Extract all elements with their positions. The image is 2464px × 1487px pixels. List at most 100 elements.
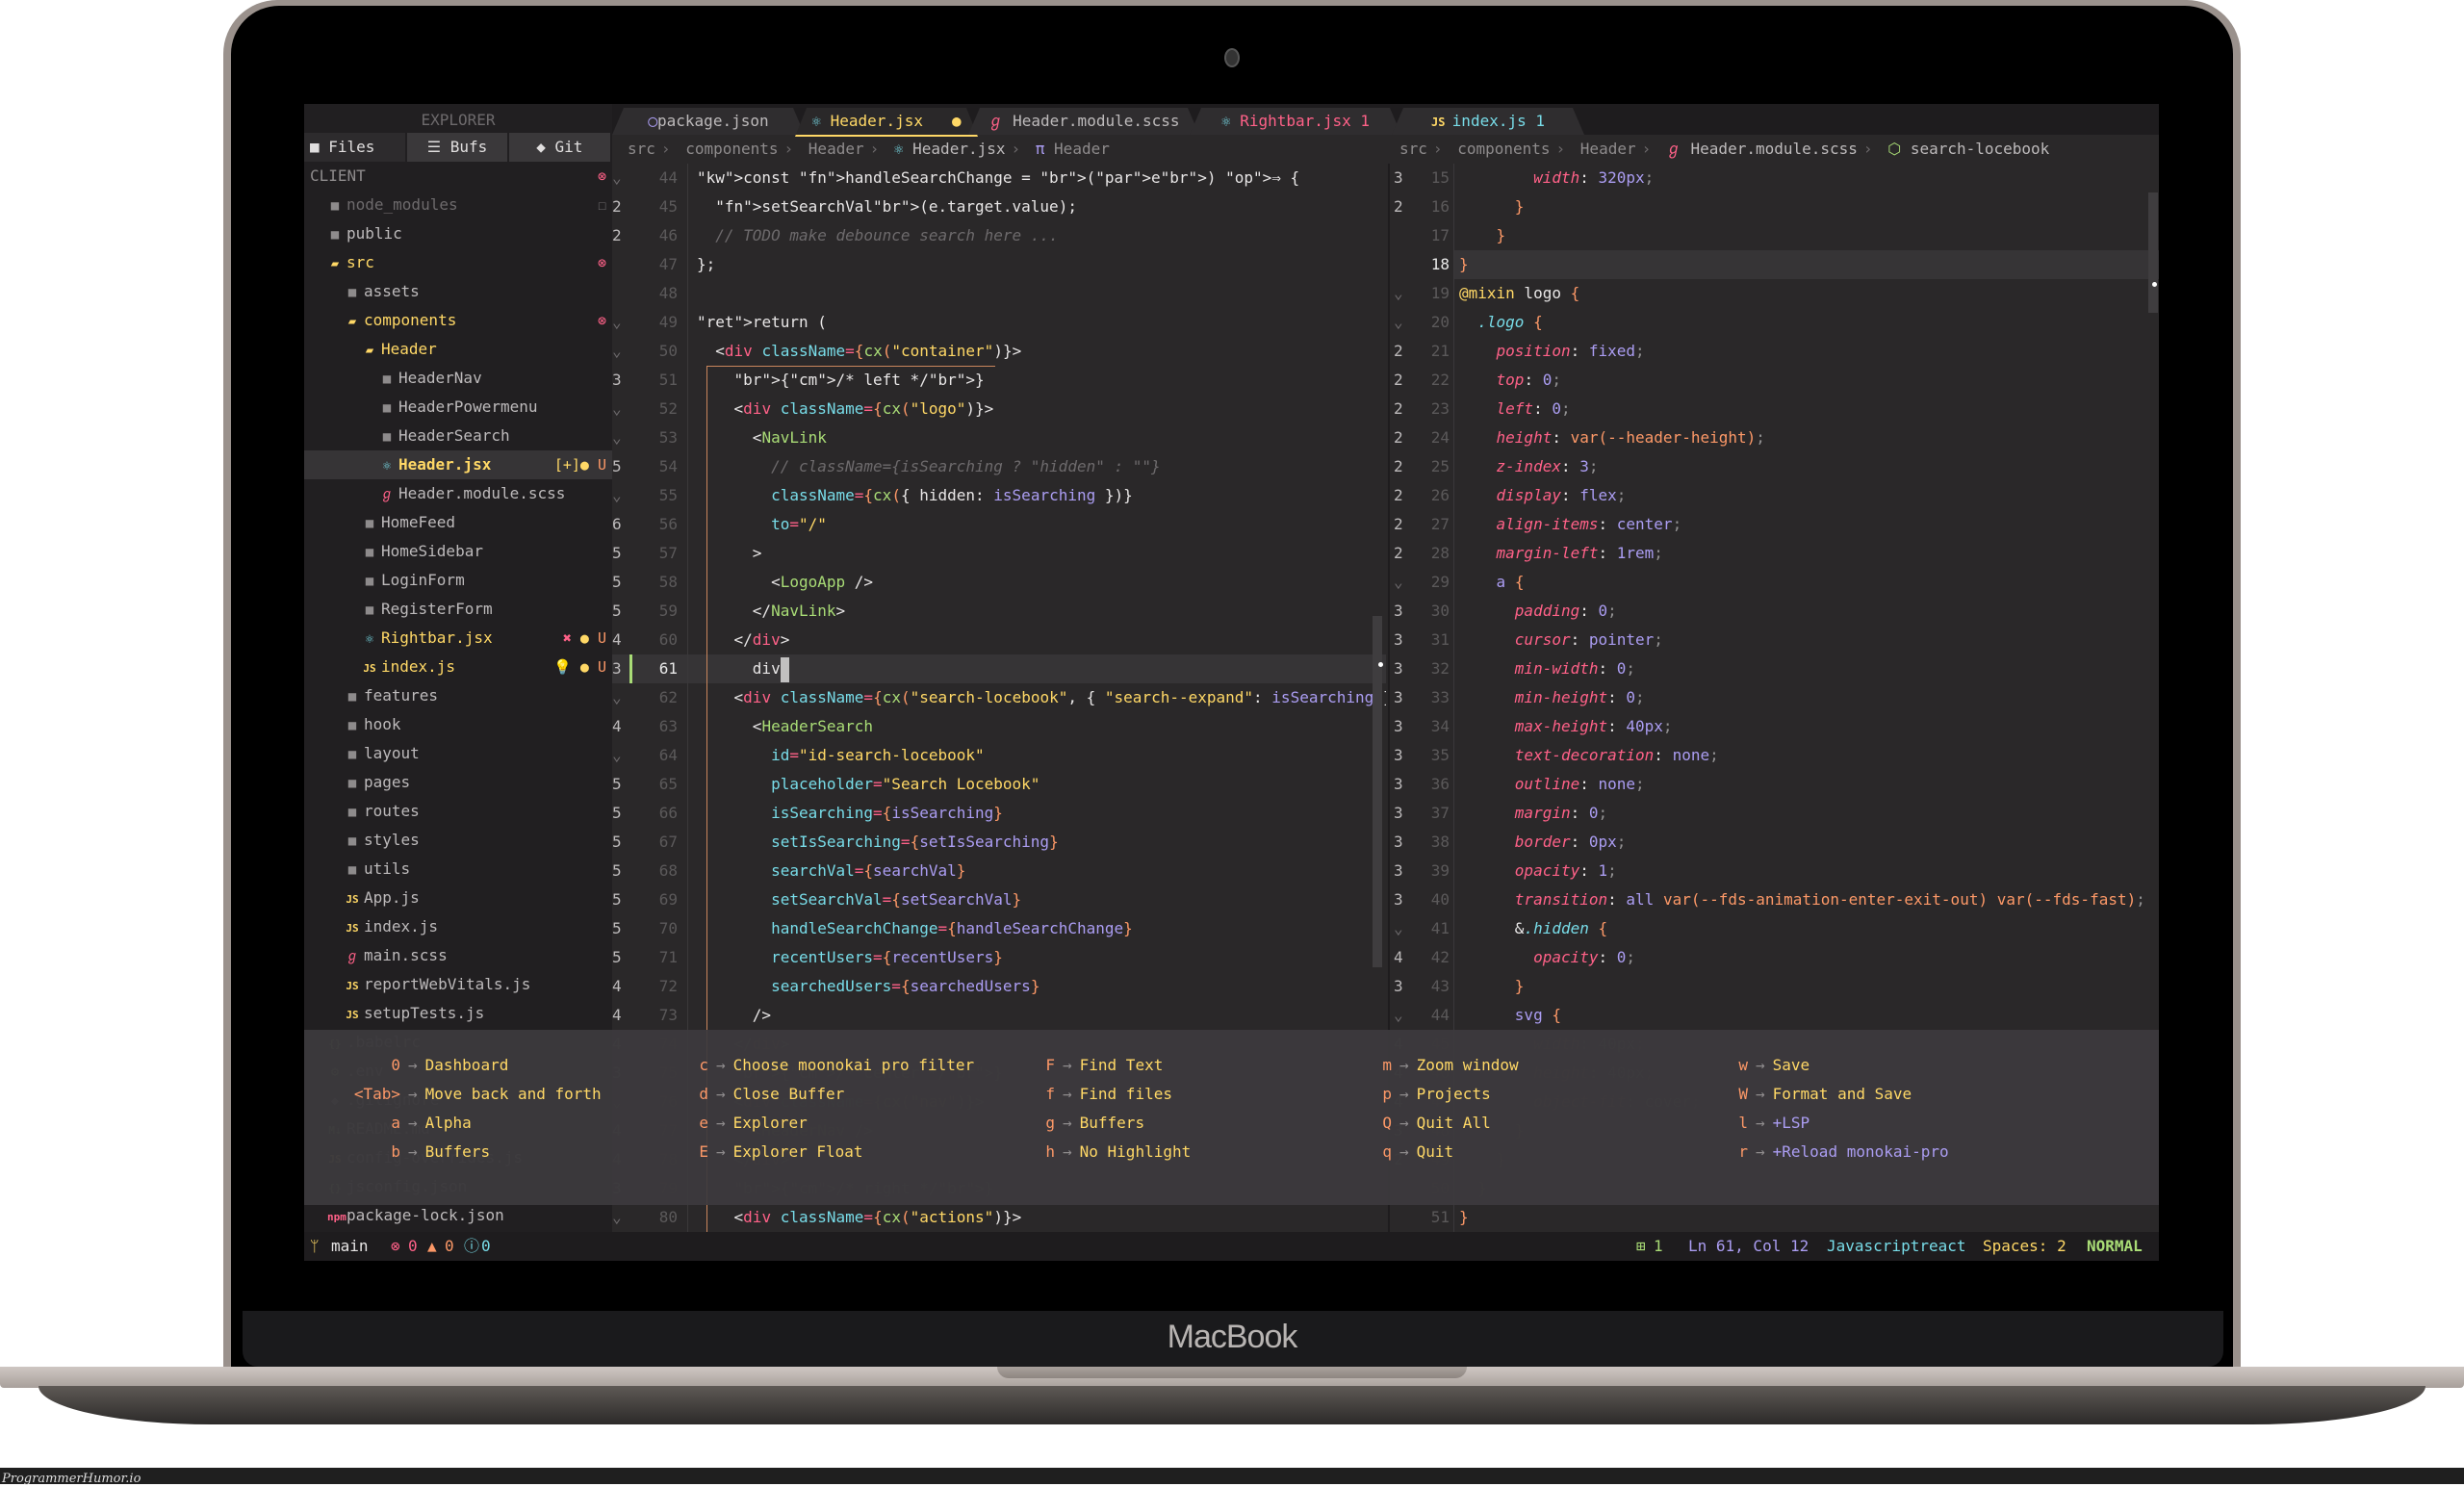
code-line[interactable]: <div className={cx("container")}> — [697, 337, 1386, 366]
code-line[interactable]: margin: 0; — [1459, 799, 2145, 828]
which-key-item[interactable]: F → Find Text — [1036, 1051, 1191, 1080]
code-line[interactable]: to="/" — [697, 510, 1386, 539]
tree-item[interactable]: JS App.js — [304, 884, 612, 912]
breadcrumb-item[interactable]: components — [685, 140, 778, 158]
tree-item[interactable]: JS index.js — [304, 912, 612, 941]
code-line[interactable]: <NavLink — [697, 423, 1386, 452]
which-key-item[interactable]: m → Zoom window — [1373, 1051, 1518, 1080]
tree-item[interactable]: ■ RegisterForm — [304, 595, 612, 624]
tree-item[interactable]: ▰ src ⊗ — [304, 248, 612, 277]
fold-icon[interactable]: ⌄ — [612, 683, 635, 712]
error-count[interactable]: 0 — [408, 1232, 418, 1261]
code-line[interactable]: </div> — [697, 626, 1386, 654]
code-line[interactable]: <div className={cx("actions")}> — [697, 1203, 1386, 1232]
tree-item[interactable]: ⚛ Rightbar.jsx ✖ ● U — [304, 624, 612, 653]
code-line[interactable]: .logo { — [1459, 308, 2145, 337]
tree-item[interactable]: ■ HeaderNav — [304, 364, 612, 393]
code-line[interactable]: text-decoration: none; — [1459, 741, 2145, 770]
scrollbar-left[interactable] — [1373, 616, 1382, 967]
which-key-item[interactable]: w → Save — [1729, 1051, 1949, 1080]
code-line[interactable]: @mixin logo { — [1459, 279, 2145, 308]
code-line[interactable]: recentUsers={recentUsers} — [697, 943, 1386, 972]
tab-package-json[interactable]: ◯package.json — [612, 108, 805, 135]
tree-item[interactable]: ▰ Header — [304, 335, 612, 364]
tab-bufs[interactable]: ☰ Bufs — [407, 133, 507, 162]
which-key-item[interactable]: E → Explorer Float — [689, 1138, 974, 1167]
code-line[interactable]: position: fixed; — [1459, 337, 2145, 366]
tree-item[interactable]: ■ HomeFeed — [304, 508, 612, 537]
tree-item[interactable]: ■ HomeSidebar — [304, 537, 612, 566]
fold-icon[interactable]: ⌄ — [612, 395, 635, 423]
code-line[interactable]: <div className={cx("logo")}> — [697, 395, 1386, 423]
which-key-item[interactable]: h → No Highlight — [1036, 1138, 1191, 1167]
tree-item[interactable]: ■ LoginForm — [304, 566, 612, 595]
code-line[interactable] — [697, 279, 1386, 308]
code-line[interactable]: "ret">return ( — [697, 308, 1386, 337]
code-line[interactable]: /> — [697, 1001, 1386, 1030]
which-key-item[interactable]: g → Buffers — [1036, 1109, 1191, 1138]
tree-item[interactable]: JS index.js 💡 ● U — [304, 653, 612, 681]
tab-index-js[interactable]: JS index.js 1 — [1392, 108, 1584, 135]
code-line[interactable]: cursor: pointer; — [1459, 626, 2145, 654]
code-line[interactable]: margin-left: 1rem; — [1459, 539, 2145, 568]
code-line[interactable]: width: 320px; — [1459, 164, 2145, 192]
code-line[interactable]: top: 0; — [1459, 366, 2145, 395]
code-line[interactable]: "kw">const "fn">handleSearchChange = "br… — [697, 164, 1386, 192]
indentation[interactable]: Spaces: 2 — [1983, 1232, 2066, 1261]
which-key-item[interactable]: l → +LSP — [1729, 1109, 1949, 1138]
which-key-item[interactable]: 0 → Dashboard — [323, 1051, 602, 1080]
tree-item[interactable]: ■ routes — [304, 797, 612, 826]
tree-item[interactable]: ■ layout — [304, 739, 612, 768]
breadcrumb-item[interactable]: search-locebook — [1911, 140, 2050, 158]
code-line[interactable]: transition: all var(--fds-animation-ente… — [1459, 885, 2145, 914]
tree-item[interactable]: ■ assets — [304, 277, 612, 306]
code-line[interactable]: svg { — [1459, 1001, 2145, 1030]
code-line[interactable]: } — [1459, 192, 2145, 221]
scrollbar-right[interactable] — [2148, 192, 2158, 313]
code-line[interactable]: <HeaderSearch — [697, 712, 1386, 741]
which-key-item[interactable]: c → Choose moonokai pro filter — [689, 1051, 974, 1080]
code-line[interactable]: } — [1459, 972, 2145, 1001]
breadcrumb-item[interactable]: Header.jsx — [912, 140, 1005, 158]
tree-item[interactable]: ■ styles — [304, 826, 612, 855]
tab-header-module-scss[interactable]: ℊ Header.module.scss — [968, 108, 1199, 135]
code-line[interactable]: // TODO make debounce search here ... — [697, 221, 1386, 250]
code-line[interactable]: searchVal={searchVal} — [697, 857, 1386, 885]
code-line[interactable]: height: var(--header-height); — [1459, 423, 2145, 452]
which-key-item[interactable]: <Tab> → Move back and forth — [323, 1080, 602, 1109]
tree-item[interactable]: ℊ main.scss — [304, 941, 612, 970]
which-key-item[interactable]: a → Alpha — [323, 1109, 602, 1138]
which-key-item[interactable]: f → Find files — [1036, 1080, 1191, 1109]
breadcrumb-item[interactable]: Header — [1054, 140, 1110, 158]
language-mode[interactable]: Javascriptreact — [1827, 1232, 1966, 1261]
cursor-position[interactable]: Ln 61, Col 12 — [1688, 1232, 1809, 1261]
tab-git[interactable]: ◆ Git — [508, 133, 610, 162]
code-line[interactable]: } — [1459, 221, 2145, 250]
code-line[interactable]: <div className={cx("search-locebook", { … — [697, 683, 1386, 712]
code-line[interactable]: a { — [1459, 568, 2145, 597]
code-line[interactable]: border: 0px; — [1459, 828, 2145, 857]
tree-item[interactable]: ■ pages — [304, 768, 612, 797]
which-key-item[interactable]: r → +Reload monokai-pro — [1729, 1138, 1948, 1167]
code-line[interactable]: opacity: 0; — [1459, 943, 2145, 972]
code-line[interactable]: } — [1459, 1203, 2145, 1232]
breadcrumb-item[interactable]: Header — [1580, 140, 1636, 158]
code-line[interactable]: min-height: 0; — [1459, 683, 2145, 712]
breadcrumb-item[interactable]: components — [1457, 140, 1550, 158]
fold-icon[interactable]: ⌄ — [612, 741, 635, 770]
code-line[interactable]: isSearching={isSearching} — [697, 799, 1386, 828]
code-line[interactable]: setIsSearching={setIsSearching} — [697, 828, 1386, 857]
tree-item[interactable]: ■ node_modules ☐ — [304, 191, 612, 219]
tree-item[interactable]: ■ HeaderPowermenu — [304, 393, 612, 422]
tree-item[interactable]: ■ utils — [304, 855, 612, 884]
which-key-item[interactable]: W → Format and Save — [1729, 1080, 1949, 1109]
code-line[interactable]: <LogoApp /> — [697, 568, 1386, 597]
code-line[interactable]: setSearchVal={setSearchVal} — [697, 885, 1386, 914]
fold-icon[interactable]: ⌄ — [612, 164, 635, 192]
which-key-item[interactable]: e → Explorer — [689, 1109, 974, 1138]
git-branch[interactable]: main — [331, 1232, 369, 1261]
code-line[interactable]: opacity: 1; — [1459, 857, 2145, 885]
fold-icon[interactable]: ⌄ — [612, 423, 635, 452]
code-line[interactable]: placeholder="Search Locebook" — [697, 770, 1386, 799]
code-line[interactable]: id="id-search-locebook" — [697, 741, 1386, 770]
